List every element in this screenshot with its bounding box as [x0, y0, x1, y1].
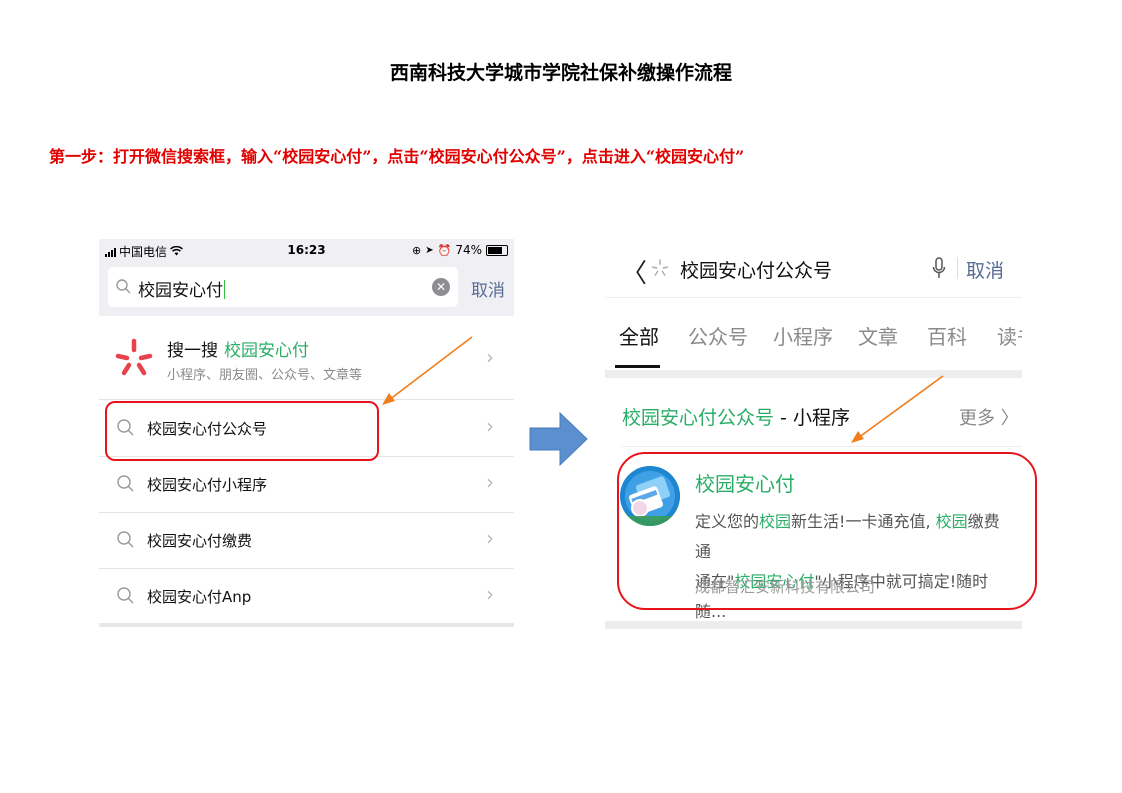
annotation-overlay — [382, 336, 944, 467]
big-right-arrow — [529, 411, 588, 467]
orange-arrow-left — [382, 336, 473, 405]
orange-arrow-right — [851, 375, 944, 443]
